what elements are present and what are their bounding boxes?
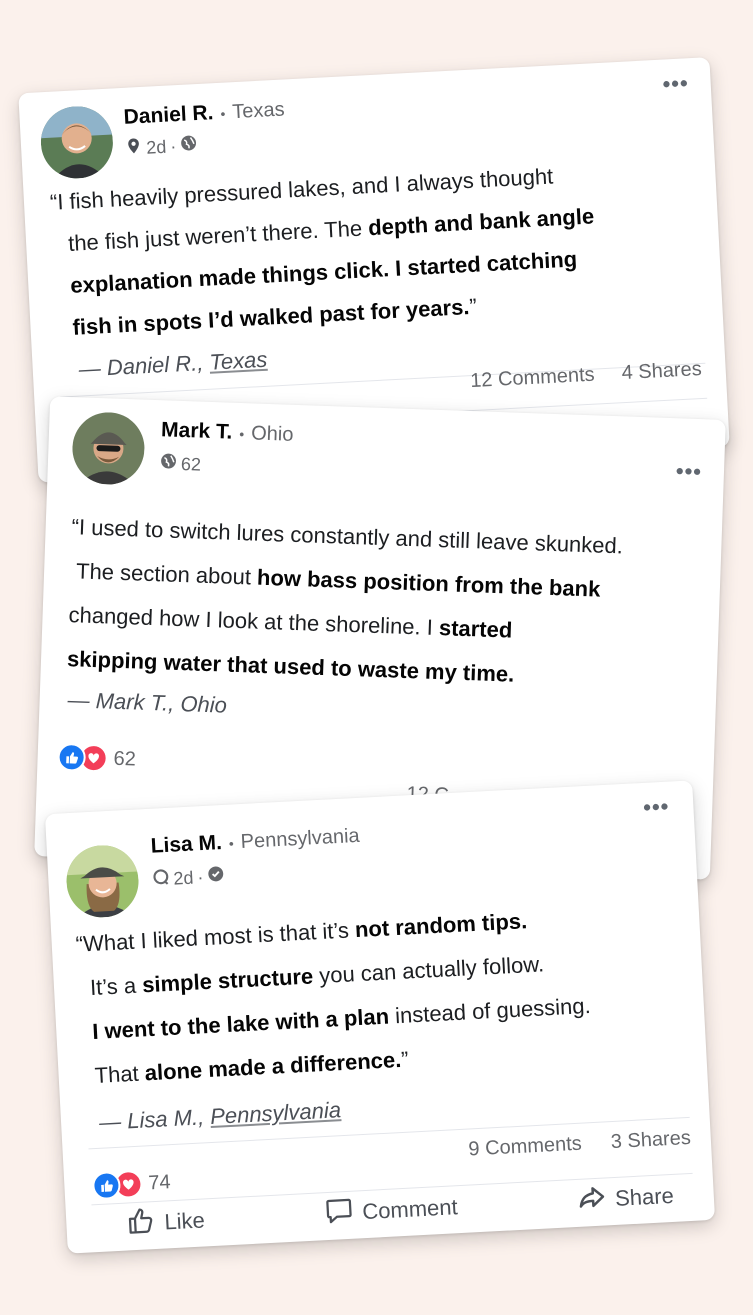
post-body: “I fish heavily pressured lakes, and I a… <box>49 153 600 349</box>
body-text-run: instead of guessing. <box>388 992 592 1029</box>
comment-share-stats: 12 Comments 4 Shares <box>470 358 703 393</box>
more-options-button[interactable]: ••• <box>643 794 670 821</box>
reactions-count: 62 <box>113 747 137 771</box>
attribution: — Lisa M., Pennsylvania <box>98 1097 341 1136</box>
avatar[interactable] <box>39 104 115 181</box>
reactions-count: 74 <box>147 1170 172 1194</box>
post-time[interactable]: 2d <box>173 867 194 889</box>
body-bold-run: started <box>438 615 513 643</box>
more-options-button[interactable]: ••• <box>662 70 689 97</box>
author-name[interactable]: Daniel R. <box>123 101 214 130</box>
attribution: — Mark T., Ohio <box>67 687 228 718</box>
attribution-location-link[interactable]: Pennsylvania <box>210 1097 342 1129</box>
separator-dot: • <box>228 835 235 852</box>
chat-icon <box>152 868 170 891</box>
post-body: “I used to switch lures constantly and s… <box>66 505 624 700</box>
body-text-run: The section about <box>75 558 258 590</box>
reactions-summary[interactable]: 74 <box>91 1168 172 1201</box>
like-reaction-icon <box>57 742 87 772</box>
separator-dot: • <box>220 105 226 122</box>
body-text-run: ” <box>400 1046 410 1072</box>
comments-count-link[interactable]: 9 Comments <box>468 1133 582 1161</box>
reactions-summary[interactable]: 62 <box>57 742 137 774</box>
meta-count: 62 <box>180 453 202 475</box>
comments-count-link[interactable]: 12 Comments <box>470 364 595 392</box>
body-text-run: you can actually follow. <box>312 951 545 989</box>
body-text-run: “What I liked most is that it’s <box>75 917 356 957</box>
comment-share-stats: 9 Comments 3 Shares <box>468 1127 691 1162</box>
like-label: Like <box>163 1207 206 1235</box>
avatar[interactable] <box>64 843 141 920</box>
globe-icon <box>180 134 198 157</box>
thumbs-up-icon <box>126 1205 158 1243</box>
body-bold-run: I went to the lake with a plan <box>91 1003 390 1045</box>
body-text-run: It’s a <box>89 972 143 1001</box>
comment-button[interactable]: Comment <box>323 1189 458 1232</box>
post-time[interactable]: 2d <box>146 136 167 158</box>
avatar[interactable] <box>71 411 146 486</box>
body-bold-run: skipping water that used to waste my tim… <box>66 646 515 687</box>
separator-dot: • <box>238 425 245 443</box>
more-options-button[interactable]: ••• <box>675 458 702 485</box>
like-reaction-icon <box>91 1170 122 1201</box>
post-card-lisa: Lisa M. • Pennsylvania 2d · ••• “What I … <box>44 780 716 1254</box>
share-arrow-icon <box>576 1181 608 1219</box>
shares-count-link[interactable]: 4 Shares <box>621 358 702 384</box>
author-name[interactable]: Mark T. <box>161 418 233 444</box>
post-body: “What I liked most is that it’s not rand… <box>75 896 594 1098</box>
author-name[interactable]: Lisa M. <box>150 831 222 859</box>
body-bold-run: alone made a difference. <box>144 1046 402 1086</box>
body-bold-run: simple structure <box>141 963 314 998</box>
separator-dot: · <box>169 135 177 156</box>
like-button[interactable]: Like <box>126 1202 206 1242</box>
attribution-prefix: — Lisa M., <box>98 1104 211 1135</box>
body-text-run: That <box>94 1060 146 1088</box>
author-location: Pennsylvania <box>240 824 361 854</box>
attribution-prefix: — Daniel R., <box>78 349 211 382</box>
attribution-location-link[interactable]: Texas <box>209 347 268 375</box>
share-button[interactable]: Share <box>576 1178 674 1219</box>
share-label: Share <box>614 1182 675 1211</box>
separator-dot: · <box>196 866 204 887</box>
location-pin-icon <box>125 137 143 160</box>
body-text-run: the fish just weren’t there. The <box>67 215 369 256</box>
check-circle-icon <box>207 865 225 888</box>
body-text-run: changed how I look at the shoreline. I <box>68 602 440 641</box>
body-bold-run: how bass position from the bank <box>256 564 601 602</box>
comment-bubble-icon <box>323 1195 355 1233</box>
body-bold-run: depth and bank angle <box>367 203 595 241</box>
author-location: Texas <box>231 98 286 124</box>
author-location: Ohio <box>250 422 294 446</box>
globe-icon <box>160 452 178 475</box>
body-text-run: ” <box>468 293 478 320</box>
comment-label: Comment <box>361 1194 459 1225</box>
body-bold-run: not random tips. <box>354 908 528 943</box>
shares-count-link[interactable]: 3 Shares <box>610 1127 691 1153</box>
attribution: — Daniel R., Texas <box>78 347 268 383</box>
